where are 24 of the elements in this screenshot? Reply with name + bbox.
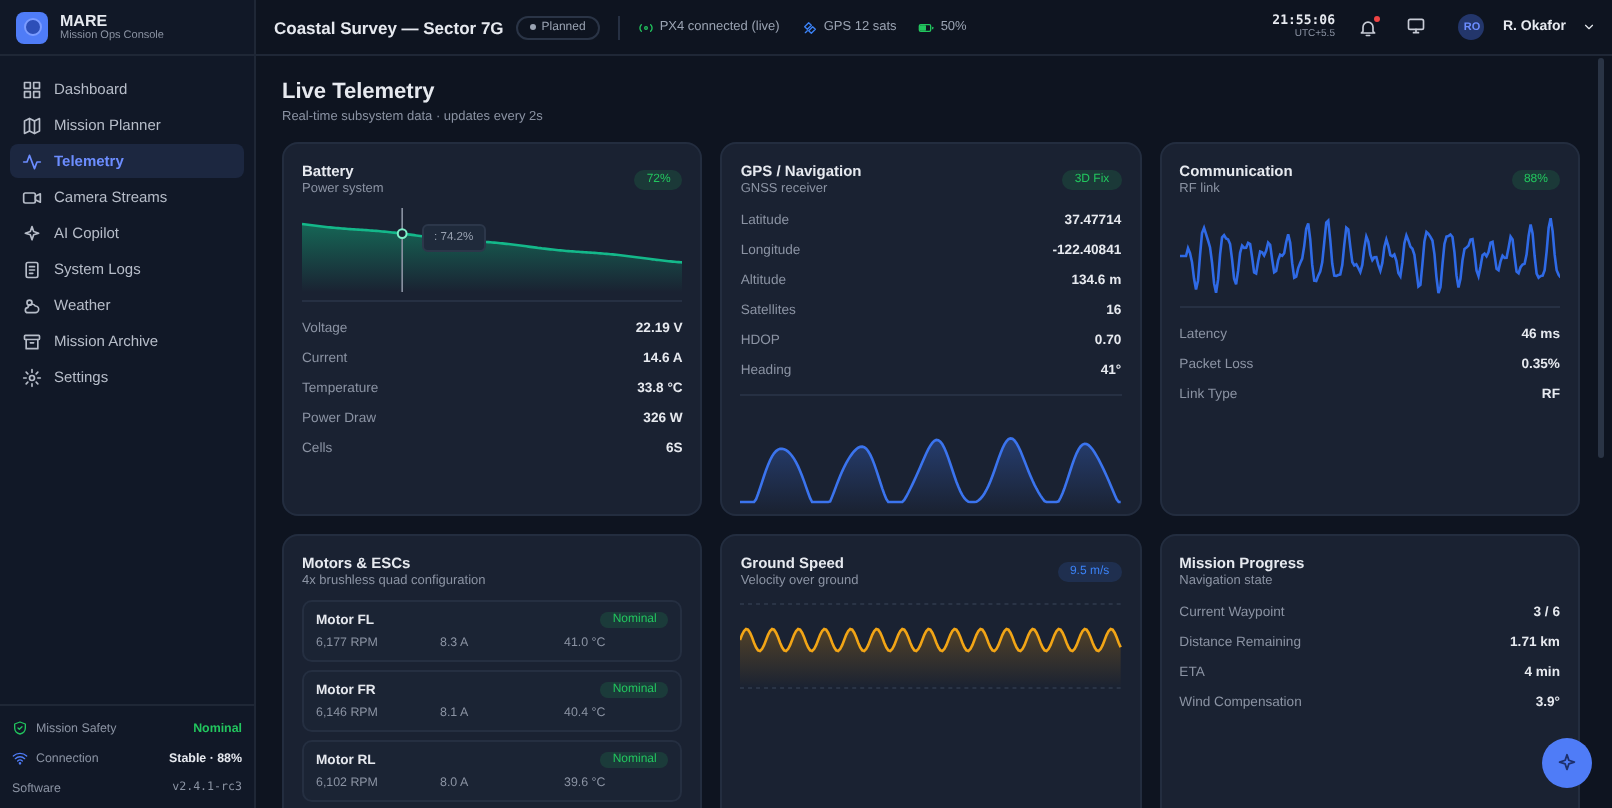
grid-icon bbox=[22, 79, 42, 99]
wifi-icon bbox=[12, 750, 28, 766]
battery-icon bbox=[918, 19, 935, 35]
page-title: Live Telemetry bbox=[282, 80, 437, 106]
chevron-down-icon bbox=[1582, 20, 1596, 34]
sparkle-icon bbox=[1556, 752, 1578, 774]
archive-icon bbox=[22, 331, 42, 351]
app-logo-icon bbox=[16, 11, 48, 43]
scrollbar[interactable] bbox=[1598, 58, 1604, 458]
video-camera-icon bbox=[22, 187, 42, 207]
satellite-icon bbox=[801, 19, 818, 35]
signal-icon bbox=[637, 19, 654, 35]
settings-icon bbox=[22, 367, 42, 387]
shield-icon bbox=[12, 720, 28, 736]
app-name: MARE bbox=[60, 11, 110, 29]
bell-icon bbox=[1358, 17, 1379, 37]
document-icon bbox=[22, 259, 42, 279]
cloud-sun-icon bbox=[22, 295, 42, 315]
map-icon bbox=[22, 115, 42, 135]
mission-title: Coastal Survey — Sector 7G bbox=[274, 17, 504, 37]
monitor-icon bbox=[1406, 15, 1427, 35]
notifications-button[interactable] bbox=[1358, 17, 1379, 37]
sparkle-icon bbox=[22, 223, 42, 243]
pulse-icon bbox=[22, 151, 42, 171]
